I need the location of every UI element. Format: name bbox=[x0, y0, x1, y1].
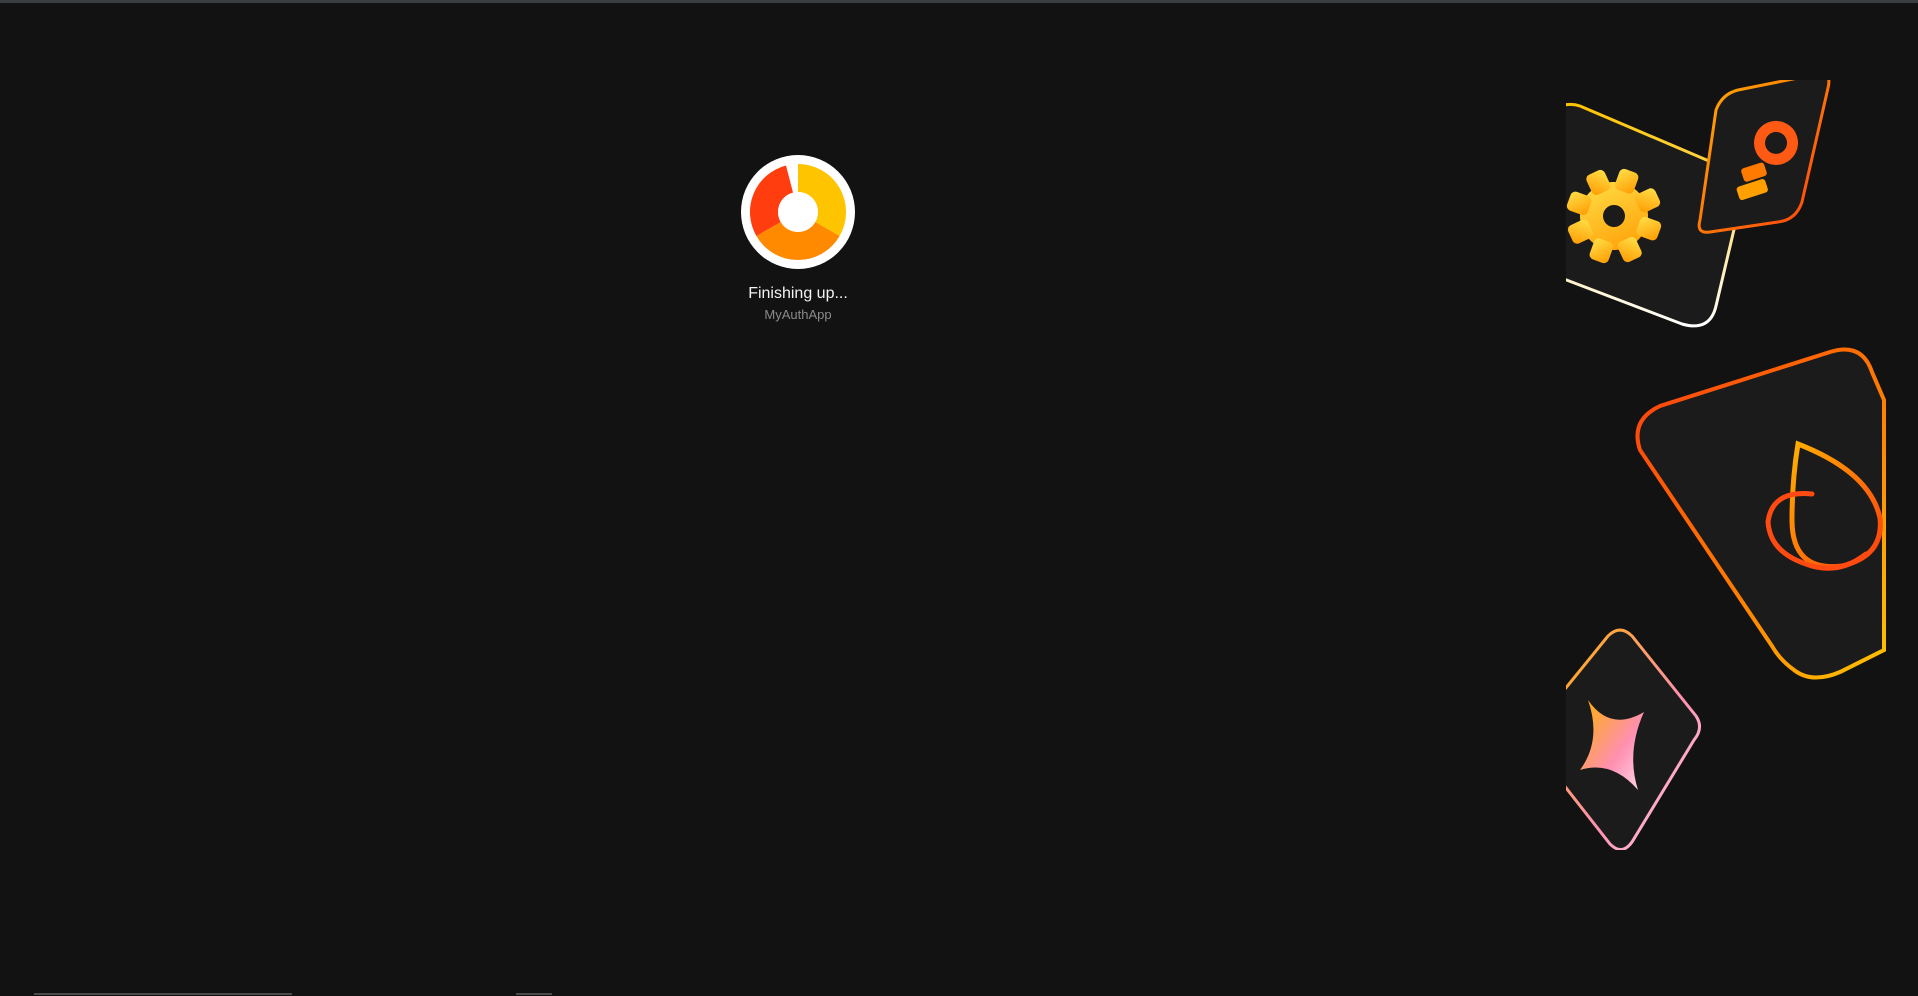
horizontal-scrollbar-left[interactable] bbox=[34, 993, 292, 995]
app-name-label: MyAuthApp bbox=[764, 307, 832, 322]
spinner-icon bbox=[741, 155, 855, 269]
window-top-border bbox=[0, 0, 1918, 3]
decorative-icon-cluster bbox=[1566, 80, 1886, 850]
status-message: Finishing up... bbox=[748, 285, 848, 302]
sparkle-tile bbox=[1566, 628, 1701, 850]
game-tile bbox=[1697, 80, 1831, 234]
leaf-tile bbox=[1635, 347, 1886, 680]
horizontal-scrollbar-right[interactable] bbox=[516, 993, 552, 995]
